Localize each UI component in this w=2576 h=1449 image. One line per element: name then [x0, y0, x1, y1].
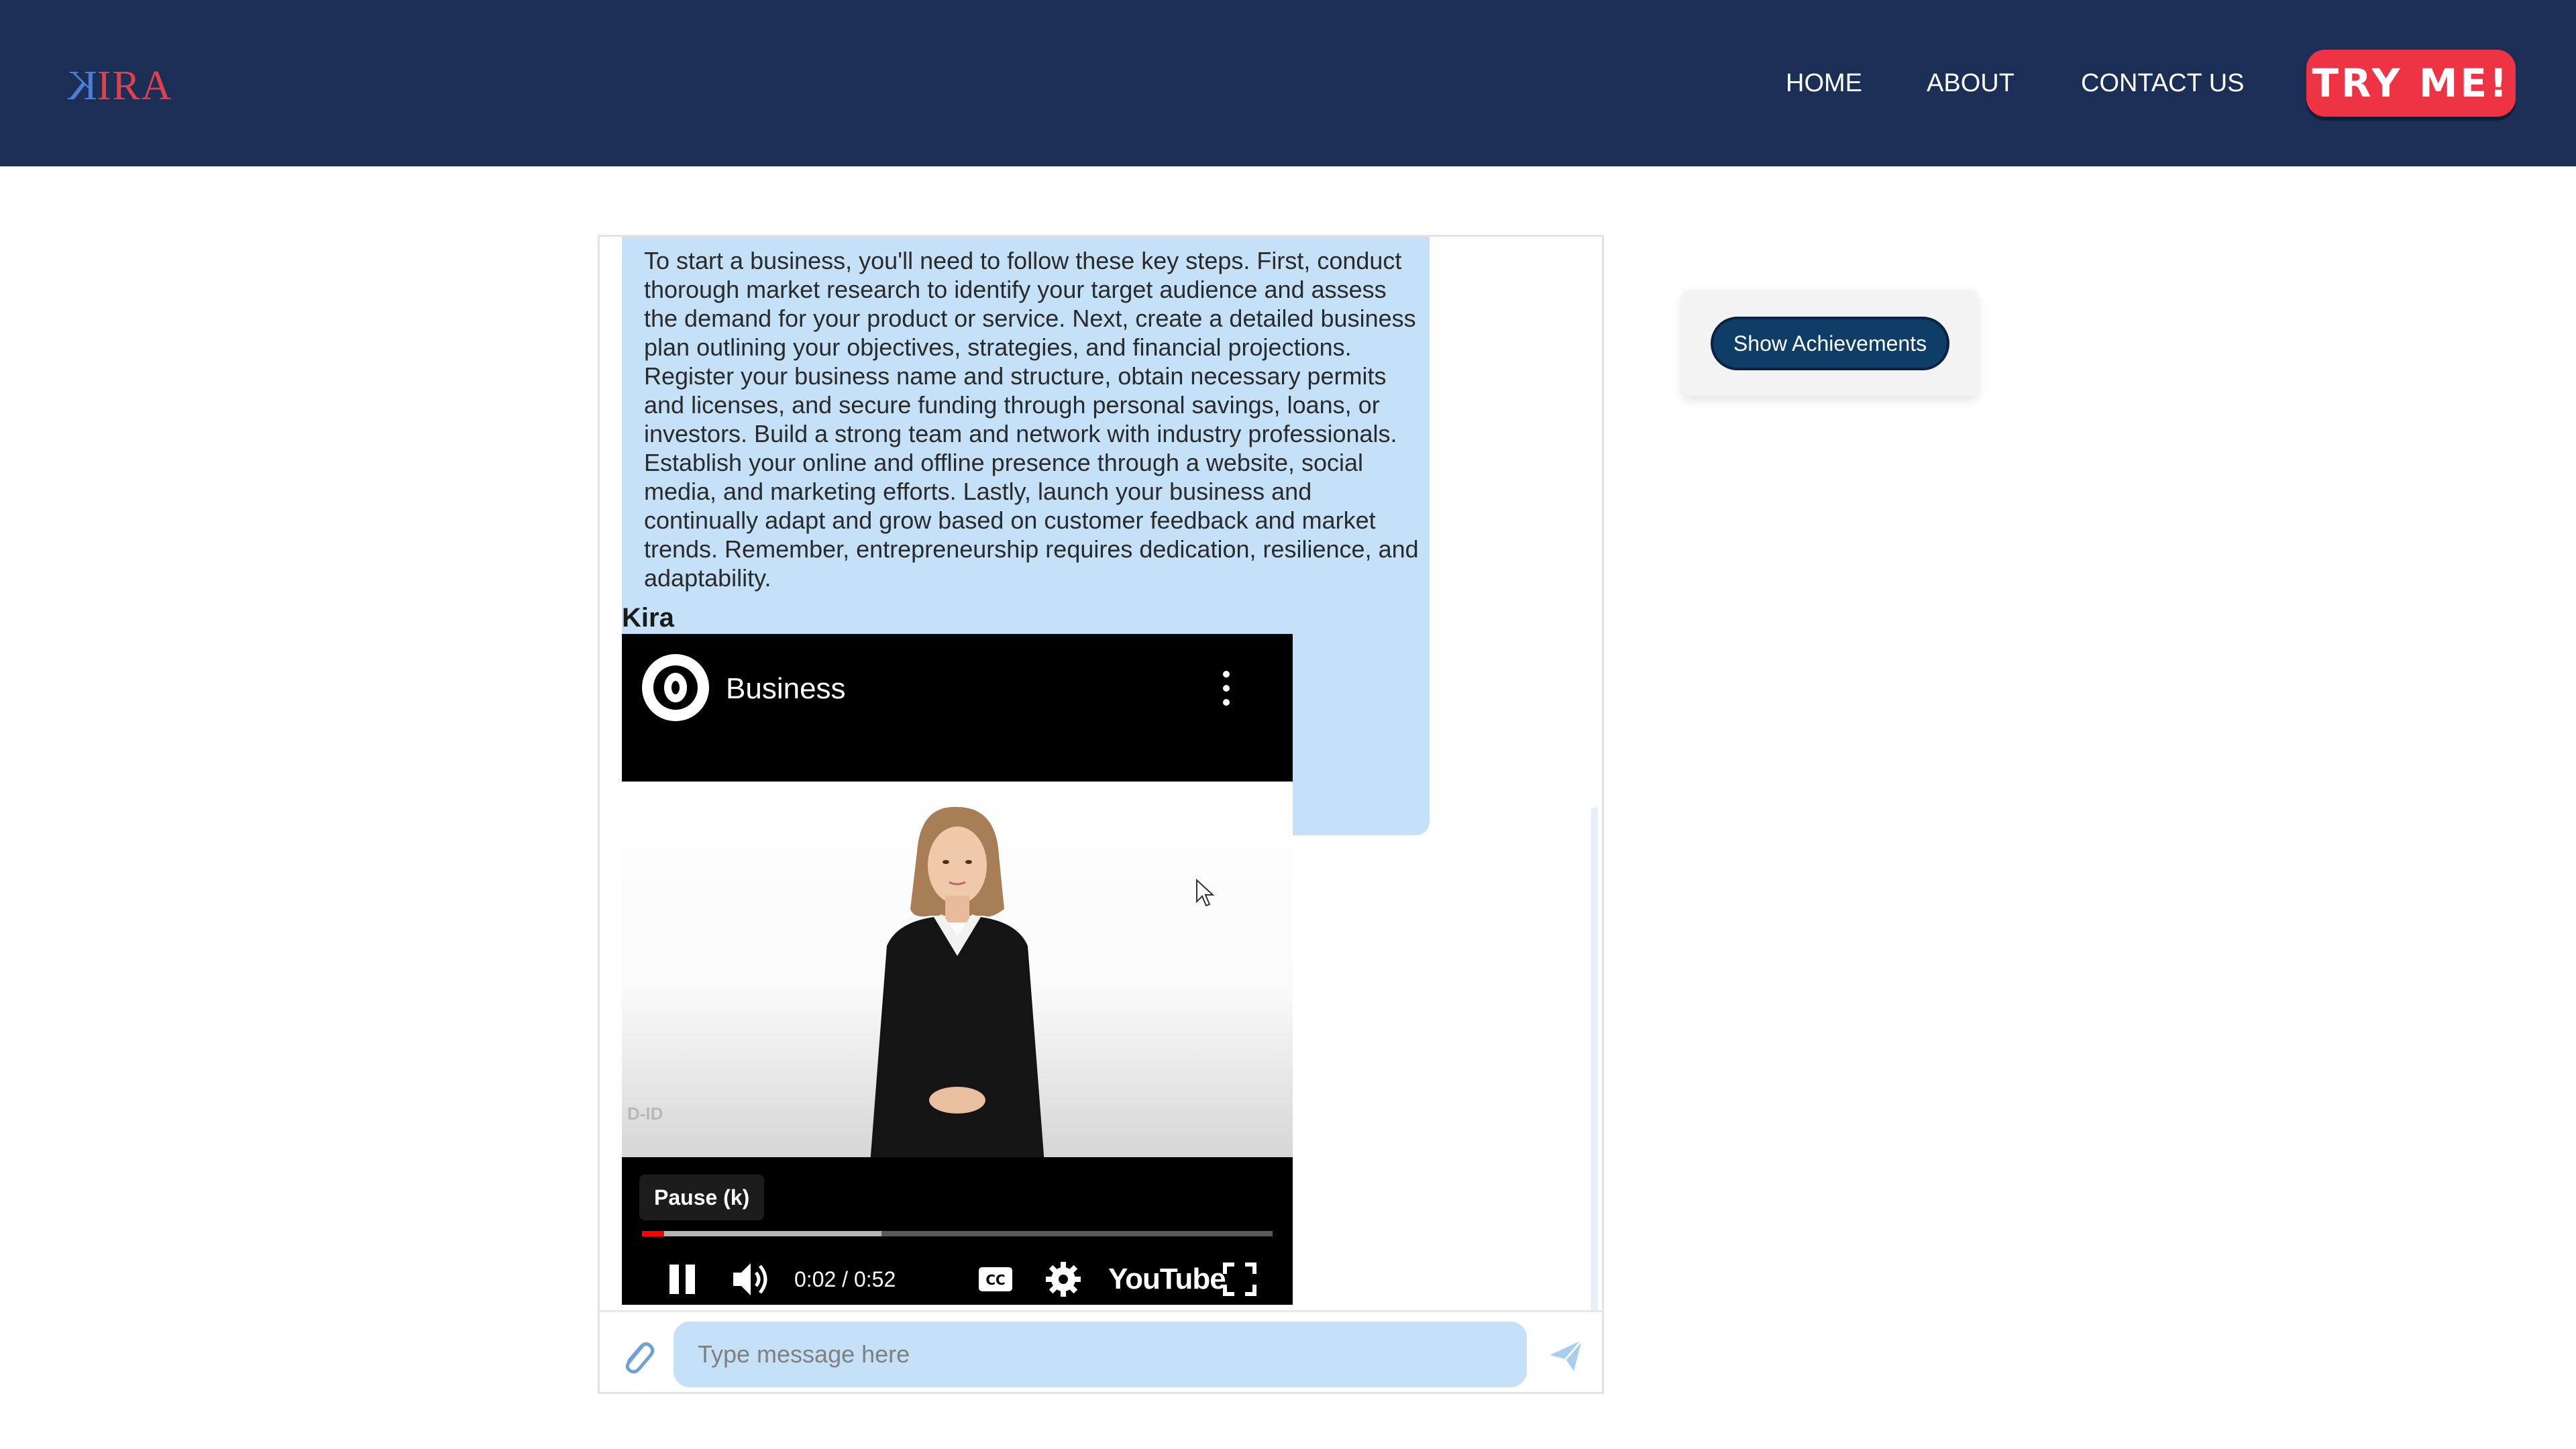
pause-tooltip: Pause (k) [639, 1175, 765, 1220]
youtube-logo[interactable]: YouTube [1108, 1262, 1226, 1297]
paperclip-icon[interactable] [620, 1336, 655, 1377]
cursor-icon [1196, 879, 1215, 907]
svg-text:CC: CC [985, 1272, 1005, 1288]
achievements-card: Show Achievements [1682, 290, 1978, 396]
top-navbar: KIRA HOME ABOUT CONTACT US TRY ME! [0, 0, 2576, 166]
pause-icon[interactable] [665, 1258, 699, 1298]
bot-message-text: To start a business, you'll need to foll… [644, 247, 1419, 592]
channel-avatar-icon[interactable] [642, 654, 709, 721]
video-time: 0:02 / 0:52 [794, 1267, 896, 1291]
chat-panel: To start a business, you'll need to foll… [598, 235, 1604, 1394]
did-watermark: D-ID [627, 1104, 663, 1124]
youtube-video-player[interactable]: Business D-ID Pause (k) 0:02 / 0:52 CC Y… [622, 634, 1293, 1305]
progress-buffered [642, 1231, 882, 1236]
kira-logo[interactable]: KIRA [66, 63, 173, 109]
video-frame[interactable]: D-ID [622, 782, 1293, 1157]
nav-contact-link[interactable]: CONTACT US [2081, 67, 2245, 99]
try-me-button[interactable]: TRY ME! [2306, 50, 2516, 117]
progress-played [642, 1231, 664, 1236]
menu-dots-icon[interactable] [1223, 671, 1231, 706]
show-achievements-button[interactable]: Show Achievements [1711, 317, 1949, 370]
nav-home-link[interactable]: HOME [1786, 67, 1862, 99]
chat-scrollbar[interactable] [1591, 807, 1598, 1317]
volume-icon[interactable] [729, 1258, 773, 1301]
captions-icon[interactable]: CC [977, 1266, 1014, 1293]
video-progress-bar[interactable] [642, 1231, 1273, 1236]
message-input-bar [600, 1310, 1602, 1392]
video-title[interactable]: Business [726, 671, 846, 707]
fullscreen-icon[interactable] [1222, 1262, 1257, 1297]
send-icon[interactable] [1547, 1336, 1585, 1374]
video-title-bar: Business [622, 634, 1293, 782]
message-input[interactable] [674, 1322, 1527, 1387]
video-controls: Pause (k) 0:02 / 0:52 CC YouTube [622, 1157, 1293, 1305]
nav-about-link[interactable]: ABOUT [1927, 67, 2015, 99]
gear-icon[interactable] [1044, 1260, 1082, 1298]
presenter-figure [870, 806, 1044, 1157]
message-sender-name: Kira [622, 603, 674, 633]
